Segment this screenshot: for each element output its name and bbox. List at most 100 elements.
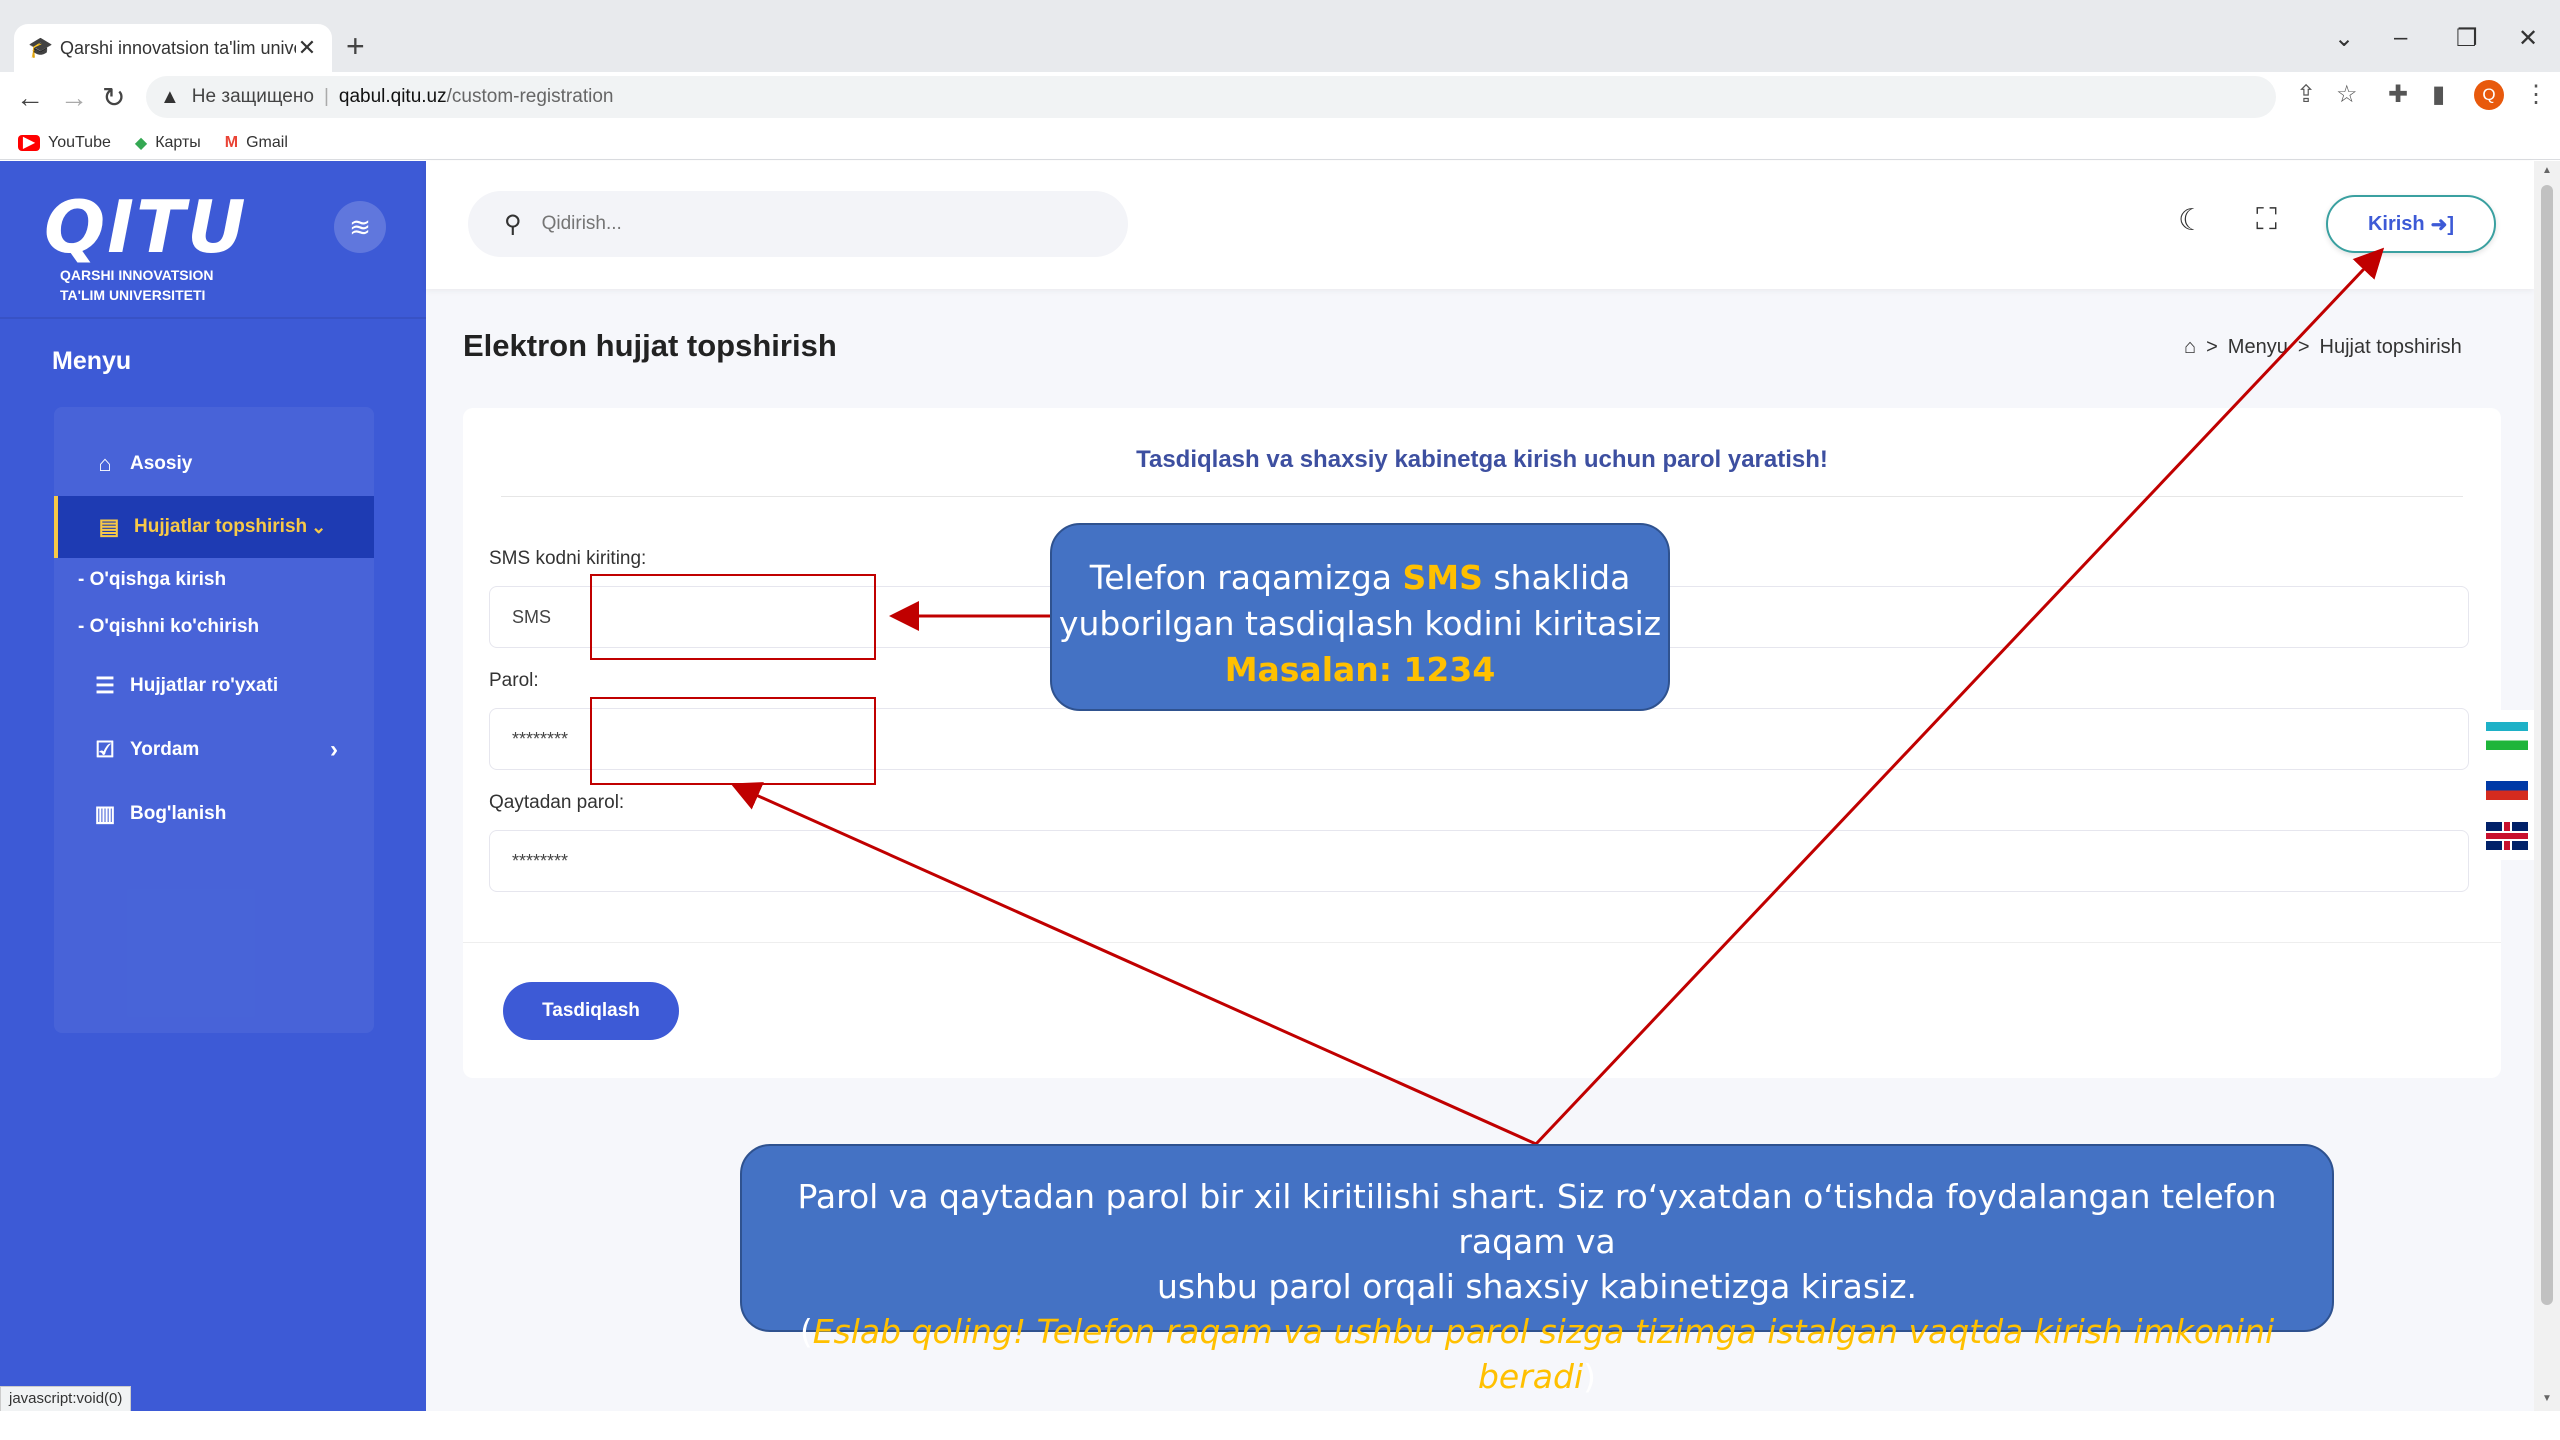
- bookmark-maps[interactable]: ◆ Карты: [135, 133, 201, 153]
- tab-search-chevron-icon[interactable]: ⌄: [2334, 24, 2354, 53]
- callout-reminder: Eslab qoling! Telefon raqam va ushbu par…: [812, 1312, 2275, 1396]
- sidebar-item-label: Bog'lanish: [130, 803, 227, 824]
- top-bar: ⚲ ☾ ⛶ Kirish ➜]: [426, 161, 2534, 289]
- bookmark-label: Gmail: [246, 133, 288, 151]
- tab-close-icon[interactable]: ✕: [296, 35, 318, 61]
- scroll-down-icon[interactable]: ▼: [2542, 1393, 2552, 1404]
- callout-line: ushbu parol orqali shaxsiy kabinetizga k…: [1156, 1267, 1918, 1306]
- list-icon: ☰: [95, 673, 115, 698]
- sidebar-subitem-oqishni-kochirish[interactable]: - O'qishni ko'chirish: [78, 616, 259, 638]
- callout-highlight: SMS: [1402, 558, 1483, 597]
- menu-title: Menyu: [52, 347, 132, 375]
- russian-flag-icon[interactable]: [2486, 772, 2528, 800]
- dark-mode-moon-icon[interactable]: ☾: [2178, 203, 2205, 238]
- fullscreen-icon[interactable]: ⛶: [2256, 203, 2277, 237]
- scroll-up-icon[interactable]: ▲: [2542, 165, 2552, 176]
- breadcrumb-separator: >: [2297, 336, 2310, 358]
- tab-title: Qarshi innovatsion ta'lim univers: [60, 37, 296, 58]
- browser-tab-bar: 🎓 Qarshi innovatsion ta'lim univers ✕ + …: [0, 0, 2560, 72]
- login-arrow-icon: ➜]: [2430, 213, 2455, 236]
- divider: [463, 942, 2501, 943]
- sidebar-item-yordam[interactable]: ☑ Yordam ›: [54, 719, 374, 781]
- new-tab-button[interactable]: +: [346, 30, 365, 62]
- url-host: qabul.qitu.uz: [338, 86, 447, 107]
- callout-text: shaklida: [1482, 558, 1631, 597]
- bookmark-label: Карты: [155, 133, 201, 151]
- scrollbar-thumb[interactable]: [2541, 185, 2553, 1305]
- breadcrumb-separator: >: [2206, 336, 2218, 358]
- password-callout: Parol va qaytadan parol bir xil kiritili…: [740, 1144, 2334, 1396]
- warning-icon: ▲: [160, 85, 180, 108]
- youtube-icon: ▶: [18, 134, 40, 151]
- callout-text: (: [799, 1312, 813, 1351]
- submit-button[interactable]: Tasdiqlash: [503, 982, 679, 1040]
- security-label: Не защищено: [191, 86, 314, 107]
- chevron-right-icon: ›: [330, 736, 338, 763]
- restore-icon[interactable]: ❐: [2456, 24, 2478, 53]
- star-icon[interactable]: ☆: [2336, 80, 2358, 109]
- qitu-logo[interactable]: QITU QARSHI INNOVATSION TA'LIM UNIVERSIT…: [44, 191, 264, 303]
- bookmarks-bar: ▶ YouTube ◆ Карты M Gmail: [0, 126, 2560, 160]
- window-close-icon[interactable]: ✕: [2518, 24, 2538, 53]
- document-icon: ▤: [98, 514, 120, 539]
- chevron-down-icon: ⌄: [311, 516, 327, 537]
- page-scrollbar[interactable]: ▲ ▼: [2534, 161, 2560, 1411]
- form-heading: Tasdiqlash va shaxsiy kabinetga kirish u…: [1136, 446, 1828, 473]
- maps-icon: ◆: [134, 134, 148, 152]
- callout-text: Telefon raqamizga: [1089, 558, 1403, 597]
- reload-icon[interactable]: ↻: [102, 82, 125, 114]
- sidebar-item-hujjatlar-topshirish[interactable]: ▤ Hujjatlar topshirish ⌄: [54, 496, 374, 558]
- sidebar-item-asosiy[interactable]: ⌂ Asosiy: [54, 433, 374, 495]
- callout-line: yuborilgan tasdiqlash kodini kiritasiz: [1058, 604, 1662, 643]
- graduation-cap-icon: 🎓: [28, 37, 53, 59]
- back-arrow-icon[interactable]: ←: [16, 82, 44, 114]
- repeat-password-label: Qaytadan parol:: [489, 792, 625, 813]
- url-separator: |: [323, 86, 329, 107]
- sidebar-divider: [0, 317, 426, 319]
- address-bar[interactable]: ▲ Не защищено | qabul.qitu.uz /custom-re…: [146, 76, 2276, 118]
- bookmark-label: YouTube: [48, 133, 111, 151]
- sms-label: SMS kodni kiriting:: [489, 548, 647, 569]
- login-button[interactable]: Kirish ➜]: [2326, 195, 2496, 253]
- repeat-password-input[interactable]: ********: [489, 830, 2469, 892]
- bookmark-gmail[interactable]: M Gmail: [225, 134, 288, 152]
- language-switcher: [2478, 710, 2534, 860]
- english-flag-icon[interactable]: [2486, 822, 2528, 850]
- profile-avatar[interactable]: Q: [2474, 80, 2504, 110]
- search-input[interactable]: [541, 213, 1102, 235]
- sidebar-item-label: Hujjatlar ro'yxati: [130, 675, 279, 696]
- breadcrumb-current: Hujjat topshirish: [2319, 336, 2462, 358]
- sidebar-item-hujjatlar-royxati[interactable]: ☰ Hujjatlar ro'yxati: [54, 655, 374, 717]
- sms-callout: Telefon raqamizga SMS shaklida yuborilga…: [1050, 523, 1670, 711]
- uzbek-flag-icon[interactable]: [2486, 722, 2528, 750]
- home-icon[interactable]: ⌂: [2184, 336, 2196, 359]
- home-icon: ⌂: [98, 451, 112, 476]
- sidebar-item-label: Yordam: [130, 739, 200, 760]
- bottom-strip: [0, 1411, 2560, 1440]
- login-label: Kirish: [2367, 212, 2425, 235]
- forward-arrow-icon[interactable]: →: [60, 82, 88, 114]
- callout-line: Telefon raqamizga SMS shaklida: [1052, 555, 1668, 601]
- search-box[interactable]: ⚲: [468, 191, 1128, 257]
- sidebar: QITU QARSHI INNOVATSION TA'LIM UNIVERSIT…: [0, 161, 426, 1411]
- checkbox-icon: ☑: [95, 737, 115, 762]
- layers-icon[interactable]: ≋: [334, 201, 386, 253]
- extensions-icon[interactable]: ✚: [2388, 80, 2408, 109]
- callout-line: (Eslab qoling! Telefon raqam va ushbu pa…: [742, 1309, 2332, 1399]
- gmail-icon: M: [224, 133, 239, 151]
- sidebar-subitem-oqishga-kirish[interactable]: - O'qishga kirish: [78, 569, 226, 591]
- side-panel-icon[interactable]: ▮: [2432, 80, 2445, 109]
- breadcrumb-menyu[interactable]: Menyu: [2228, 336, 2288, 359]
- sidebar-item-label: Hujjatlar topshirish: [134, 516, 308, 537]
- share-icon[interactable]: ⇪: [2296, 80, 2316, 109]
- sidebar-item-boglanish[interactable]: ▥ Bog'lanish: [54, 783, 374, 845]
- bookmark-youtube[interactable]: ▶ YouTube: [18, 134, 111, 152]
- url-path: /custom-registration: [446, 86, 614, 107]
- password-label: Parol:: [489, 670, 539, 691]
- menu-kebab-icon[interactable]: ⋮: [2524, 80, 2548, 109]
- map-icon: ▥: [94, 801, 116, 826]
- browser-tab[interactable]: 🎓 Qarshi innovatsion ta'lim univers ✕: [14, 24, 332, 72]
- callout-line: Parol va qaytadan parol bir xil kiritili…: [797, 1177, 2277, 1261]
- minimize-icon[interactable]: –: [2394, 24, 2407, 52]
- page-title: Elektron hujjat topshirish: [463, 328, 837, 363]
